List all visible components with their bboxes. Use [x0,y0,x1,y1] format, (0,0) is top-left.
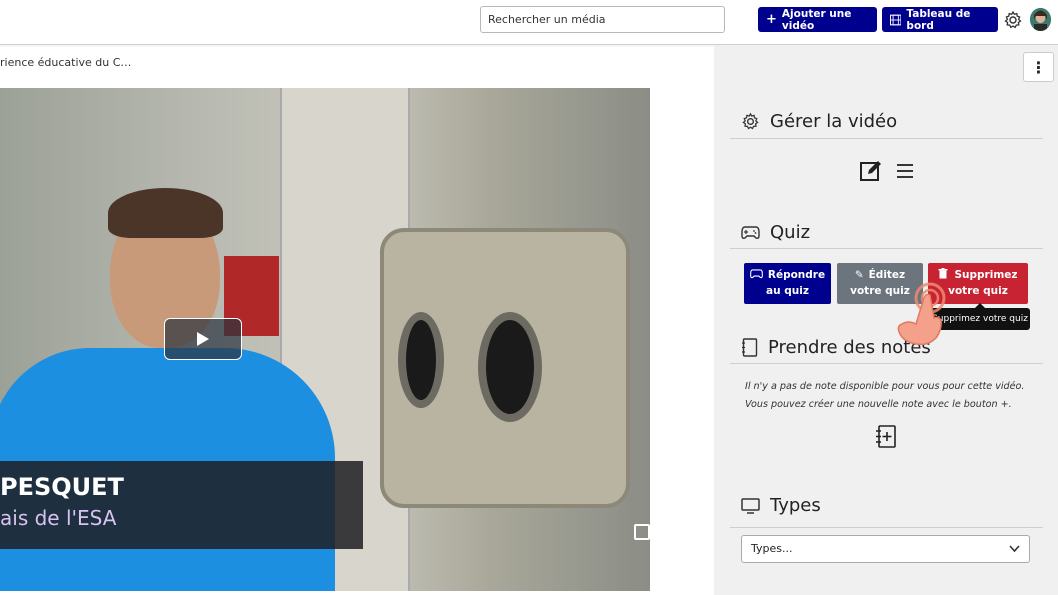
add-video-label: Ajouter une vidéo [781,7,852,32]
add-note-icon[interactable] [875,425,897,448]
delete-quiz-line2: votre quiz [948,285,1008,297]
delete-quiz-line1: Supprimez [954,269,1018,281]
lower-third-name: PESQUET [0,473,124,501]
pointer-hand-icon [897,282,946,346]
dashboard-label: Tableau de bord [906,7,971,32]
answer-quiz-button[interactable]: Répondre au quiz [744,263,831,304]
answer-quiz-line2: au quiz [766,285,809,297]
top-navbar: Rechercher un média + Ajouter une vidéo … [0,0,1058,45]
gear-icon [742,112,759,130]
monitor-icon [741,497,760,514]
plus-icon: + [766,12,777,27]
play-button[interactable] [164,318,242,360]
gamepad-icon [750,269,763,279]
video-player[interactable]: PESQUET ais de l'ESA [0,88,650,591]
more-vertical-icon[interactable]: ⋮ [1023,52,1054,82]
types-select-value: Types... [751,542,793,555]
search-input[interactable]: Rechercher un média [480,6,725,33]
notes-line2: Vous pouvez créer une nouvelle note avec… [745,399,1012,410]
manage-section-title: Gérer la vidéo [741,111,897,132]
edit-icon[interactable] [860,160,883,182]
gear-icon[interactable] [1003,10,1023,30]
pencil-icon: ✎ [854,269,864,281]
expand-icon[interactable] [634,524,650,540]
notebook-icon [742,338,758,357]
video-frame [398,312,444,408]
answer-quiz-line1: Répondre [767,269,826,281]
play-icon [197,332,209,346]
divider [730,138,1043,139]
divider [730,527,1043,528]
list-icon[interactable] [896,163,914,179]
video-frame [108,188,223,238]
film-icon [890,14,902,25]
types-select[interactable]: Types... [741,535,1030,563]
types-title-text: Types [770,495,821,516]
manage-title-text: Gérer la vidéo [770,111,898,132]
trash-icon [938,268,948,279]
types-section-title: Types [741,495,821,516]
breadcrumb: rience éducative du C… [0,56,132,69]
gamepad-icon [741,225,760,239]
quiz-section-title: Quiz [741,222,810,243]
quiz-title-text: Quiz [770,222,811,243]
user-avatar[interactable] [1030,8,1051,31]
notes-empty-message: Il n'y a pas de note disponible pour vou… [745,378,1024,414]
notes-line1: Il n'y a pas de note disponible pour vou… [745,381,1025,392]
divider [730,363,1043,364]
divider [730,248,1043,249]
lower-third-role: ais de l'ESA [0,506,117,530]
add-video-button[interactable]: + Ajouter une vidéo [758,7,877,32]
chevron-down-icon [1009,545,1020,553]
dashboard-button[interactable]: Tableau de bord [882,7,998,32]
video-frame [478,312,542,422]
